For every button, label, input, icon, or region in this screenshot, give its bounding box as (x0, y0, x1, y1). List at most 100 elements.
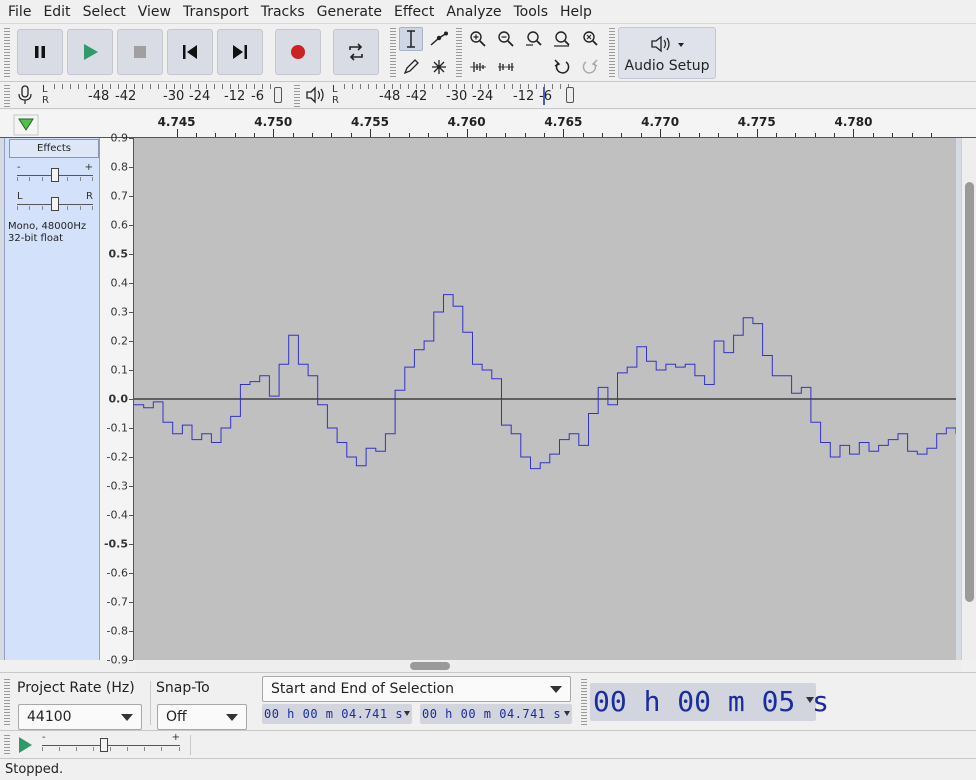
record-button[interactable] (275, 29, 321, 75)
toolbar-grip[interactable] (390, 28, 396, 78)
selection-mode-combo[interactable]: Start and End of Selection (262, 676, 571, 702)
toolbar-grip[interactable] (456, 28, 462, 78)
menu-generate[interactable]: Generate (311, 0, 388, 24)
vertical-ruler[interactable]: 0.9 0.8 0.7 0.6 0.5 0.4 0.3 0.2 0.1 0.0 -0.1 -0.2 -0… (100, 132, 134, 667)
ruler-minor-tick (505, 133, 507, 137)
silence-audio-button[interactable] (494, 55, 518, 79)
asterisk-icon (432, 60, 446, 74)
amplitude-label: 0.3 (110, 305, 129, 319)
vertical-scrollbar[interactable] (961, 138, 976, 660)
chevron-down-icon[interactable] (806, 697, 814, 703)
meter-toolbar: LR -48 -42 -30 -24 -12 -6 LR -48 -42 -30… (0, 82, 976, 109)
trim-audio-button[interactable] (466, 55, 490, 79)
ruler-minor-tick (621, 133, 623, 137)
gain-slider-knob[interactable] (51, 168, 59, 182)
menu-file[interactable]: File (2, 0, 37, 24)
record-volume-slider[interactable] (274, 87, 282, 103)
toolbar-grip[interactable] (609, 28, 615, 78)
play-speed-slider[interactable]: - + (42, 732, 180, 753)
record-meter[interactable]: LR -48 -42 -30 -24 -12 -6 (42, 84, 286, 108)
draw-tool-button[interactable] (399, 55, 423, 79)
meter-scale-label: -30 (163, 89, 185, 104)
menu-select[interactable]: Select (77, 0, 132, 24)
toolbar-grip[interactable] (4, 735, 10, 755)
redo-button[interactable] (578, 55, 602, 79)
skip-to-start-button[interactable] (167, 29, 213, 75)
amplitude-tick (129, 573, 133, 574)
divider (150, 681, 151, 725)
selection-end-time[interactable]: 00 h 00 m 04.741 s (420, 704, 572, 724)
pause-button[interactable] (17, 29, 63, 75)
ruler-minor-tick (718, 133, 720, 137)
toolbar-grip[interactable] (4, 28, 10, 78)
horizontal-scrollbar[interactable] (136, 660, 961, 672)
effects-button[interactable]: Effects (9, 139, 99, 158)
menu-edit[interactable]: Edit (37, 0, 76, 24)
skip-to-end-button[interactable] (217, 29, 263, 75)
pan-slider-knob[interactable] (51, 197, 59, 211)
project-rate-value: 44100 (27, 709, 72, 725)
skip-start-icon (183, 45, 197, 59)
stop-button[interactable] (117, 29, 163, 75)
ruler-minor-tick (582, 133, 584, 137)
toolbar-grip[interactable] (4, 679, 10, 727)
amplitude-tick (129, 370, 133, 371)
menu-transport[interactable]: Transport (177, 0, 255, 24)
timeline-ruler[interactable]: 4.745 4.750 4.755 4.760 4.765 4.770 4.775 4.780 (0, 110, 976, 138)
toolbar-grip[interactable] (581, 679, 587, 727)
track-control-panel[interactable]: Effects - + L R Mono, 48000Hz 32-bit flo… (4, 138, 100, 660)
amplitude-tick (129, 457, 133, 458)
speaker-icon[interactable] (305, 85, 325, 105)
selection-tool-button[interactable] (399, 27, 423, 51)
menu-help[interactable]: Help (554, 0, 598, 24)
snap-to-combo[interactable]: Off (157, 704, 247, 730)
chevron-down-icon[interactable] (404, 711, 410, 716)
meter-scale-label: -6 (251, 89, 264, 104)
fit-project-button[interactable] (550, 27, 574, 51)
gain-slider[interactable]: - + (17, 162, 93, 183)
speed-min-label: - (42, 732, 46, 743)
pan-slider[interactable]: L R (17, 191, 93, 212)
ruler-major-tick (466, 129, 468, 137)
selection-start-time[interactable]: 00 h 00 m 04.741 s (262, 704, 412, 724)
play-at-speed-button[interactable] (16, 736, 34, 754)
pencil-icon (403, 59, 419, 75)
menu-tracks[interactable]: Tracks (255, 0, 311, 24)
ruler-minor-tick (930, 133, 932, 137)
loop-button[interactable] (333, 29, 379, 75)
audio-setup-button[interactable]: Audio Setup (618, 27, 716, 79)
playback-meter[interactable]: LR -48 -42 -30 -24 -12 -6 (332, 84, 578, 108)
zoom-toggle-button[interactable] (578, 27, 602, 51)
status-text: Stopped. (5, 762, 64, 777)
horizontal-scrollbar-thumb[interactable] (410, 662, 450, 670)
menu-effect[interactable]: Effect (388, 0, 440, 24)
menu-analyze[interactable]: Analyze (440, 0, 507, 24)
menu-view[interactable]: View (132, 0, 177, 24)
chevron-down-icon[interactable] (564, 711, 570, 716)
audio-position-time[interactable]: 00 h 00 m 05 s (590, 683, 829, 721)
amplitude-tick (129, 167, 133, 168)
toolbar-grip[interactable] (4, 85, 10, 107)
waveform-display[interactable] (134, 138, 956, 660)
ruler-minor-tick (234, 133, 236, 137)
undo-button[interactable] (550, 55, 574, 79)
fit-selection-button[interactable] (522, 27, 546, 51)
playback-volume-slider[interactable] (566, 87, 574, 103)
zoom-out-button[interactable] (494, 27, 518, 51)
playback-meter-channel-l: L (332, 84, 338, 95)
microphone-icon[interactable] (17, 85, 33, 105)
zoom-in-button[interactable] (466, 27, 490, 51)
play-head-triangle-icon[interactable] (10, 113, 42, 137)
envelope-tool-button[interactable] (427, 27, 451, 51)
menu-tools[interactable]: Tools (508, 0, 555, 24)
play-speed-knob[interactable] (100, 738, 109, 752)
ruler-minor-tick (698, 133, 700, 137)
vertical-scrollbar-thumb[interactable] (965, 182, 974, 602)
toolbar-grip[interactable] (294, 85, 300, 107)
project-rate-combo[interactable]: 44100 (18, 704, 142, 730)
amplitude-tick (129, 196, 133, 197)
amplitude-label: 0.2 (110, 334, 129, 348)
play-button[interactable] (67, 29, 113, 75)
multi-tool-button[interactable] (427, 55, 451, 79)
ruler-minor-tick (311, 133, 313, 137)
